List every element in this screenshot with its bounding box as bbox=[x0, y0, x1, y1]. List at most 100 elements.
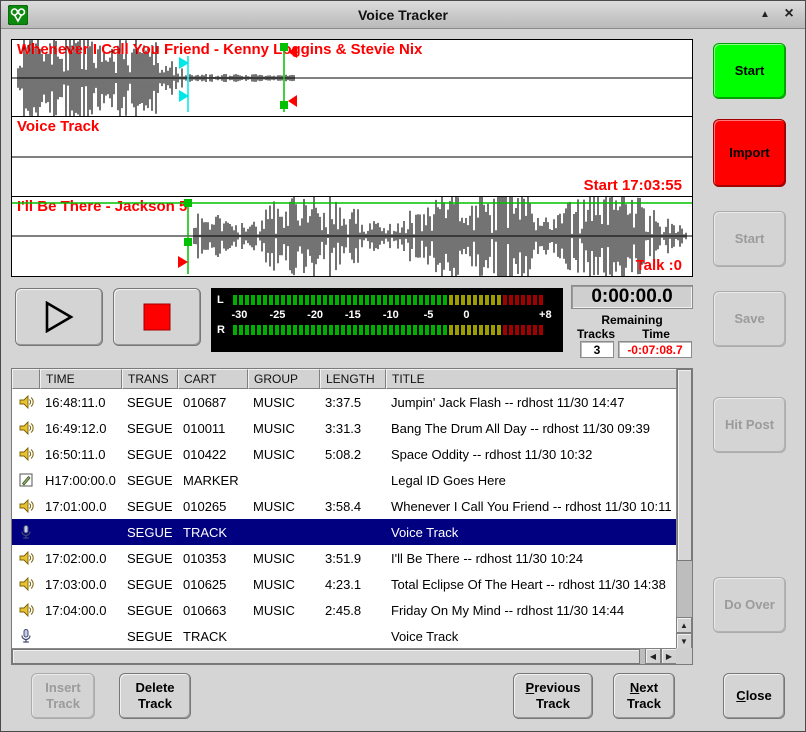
shade-window-icon[interactable]: ▲ bbox=[755, 4, 775, 24]
meter-segment bbox=[371, 325, 375, 335]
cell-time: 17:02:00.0 bbox=[40, 551, 122, 566]
speaker-icon bbox=[12, 550, 40, 566]
cell-title: Space Oddity -- rdhost 11/30 10:32 bbox=[386, 447, 676, 462]
cell-length: 2:45.8 bbox=[320, 603, 386, 618]
table-row[interactable]: 17:02:00.0SEGUE010353MUSIC3:51.9I'll Be … bbox=[12, 545, 676, 571]
column-header-icon[interactable] bbox=[12, 369, 40, 389]
meter-segment bbox=[305, 295, 309, 305]
meter-segment bbox=[263, 325, 267, 335]
stop-button[interactable] bbox=[113, 288, 201, 346]
previous-track-button[interactable]: Previous Track bbox=[513, 673, 593, 719]
vertical-scrollbar-thumb[interactable] bbox=[677, 369, 692, 561]
speaker-icon bbox=[12, 446, 40, 462]
horizontal-scrollbar-thumb[interactable] bbox=[12, 649, 640, 664]
scrollbar-corner bbox=[676, 648, 692, 664]
import-button[interactable]: Import bbox=[713, 119, 786, 187]
voicetrack-waveform-panel[interactable]: Voice Track Start 17:03:55 bbox=[11, 116, 693, 197]
cell-group: MUSIC bbox=[248, 395, 320, 410]
table-row[interactable]: SEGUETRACKVoice Track bbox=[12, 623, 676, 648]
meter-segment bbox=[293, 295, 297, 305]
remaining-time-label: Time bbox=[621, 327, 691, 341]
meter-segment bbox=[371, 295, 375, 305]
remaining-tracks-label: Tracks bbox=[575, 327, 617, 341]
speaker-icon bbox=[12, 394, 40, 410]
meter-segment bbox=[539, 325, 543, 335]
cell-trans: SEGUE bbox=[122, 499, 178, 514]
table-row[interactable]: 16:50:11.0SEGUE010422MUSIC5:08.2Space Od… bbox=[12, 441, 676, 467]
cell-title: Friday On My Mind -- rdhost 11/30 14:44 bbox=[386, 603, 676, 618]
delete-track-button[interactable]: Delete Track bbox=[119, 673, 191, 719]
next-track-button[interactable]: Next Track bbox=[613, 673, 675, 719]
column-header-cart[interactable]: CART bbox=[178, 369, 248, 389]
meter-segment bbox=[341, 325, 345, 335]
meter-segment bbox=[515, 295, 519, 305]
meter-segment bbox=[359, 325, 363, 335]
table-row[interactable]: 17:03:00.0SEGUE010625MUSIC4:23.1Total Ec… bbox=[12, 571, 676, 597]
meter-segment bbox=[401, 295, 405, 305]
meter-scale-label: -15 bbox=[345, 309, 361, 321]
insert-track-button[interactable]: Insert Track bbox=[31, 673, 95, 719]
table-row[interactable]: SEGUETRACKVoice Track bbox=[12, 519, 676, 545]
scroll-right-icon[interactable]: ▶ bbox=[661, 648, 677, 664]
cell-cart: TRACK bbox=[178, 629, 248, 644]
play-button[interactable] bbox=[15, 288, 103, 346]
cell-cart: 010265 bbox=[178, 499, 248, 514]
meter-segment bbox=[299, 325, 303, 335]
meter-segment bbox=[239, 325, 243, 335]
meter-segment bbox=[365, 295, 369, 305]
cell-group: MUSIC bbox=[248, 447, 320, 462]
meter-segment bbox=[341, 295, 345, 305]
meter-segment bbox=[515, 325, 519, 335]
table-row[interactable]: 17:04:00.0SEGUE010663MUSIC2:45.8Friday O… bbox=[12, 597, 676, 623]
speaker-icon bbox=[12, 498, 40, 514]
meter-segment bbox=[365, 325, 369, 335]
column-header-trans[interactable]: TRANS bbox=[122, 369, 178, 389]
start-play-button[interactable]: Start bbox=[713, 211, 786, 267]
cell-trans: SEGUE bbox=[122, 473, 178, 488]
meter-segment bbox=[413, 325, 417, 335]
meter-segment bbox=[437, 295, 441, 305]
meter-scale-label: -25 bbox=[269, 309, 285, 321]
column-header-group[interactable]: GROUP bbox=[248, 369, 320, 389]
meter-segment bbox=[317, 325, 321, 335]
cell-time: 16:50:11.0 bbox=[40, 447, 122, 462]
track2-title: I'll Be There - Jackson 5 bbox=[17, 198, 187, 215]
cell-time: 17:04:00.0 bbox=[40, 603, 122, 618]
table-row[interactable]: H17:00:00.0SEGUEMARKERLegal ID Goes Here bbox=[12, 467, 676, 493]
track2-waveform-panel[interactable]: I'll Be There - Jackson 5 Talk :0 bbox=[11, 196, 693, 277]
start-record-button[interactable]: Start bbox=[713, 43, 786, 99]
close-button[interactable]: Close bbox=[723, 673, 785, 719]
meter-segment bbox=[479, 325, 483, 335]
cell-group: MUSIC bbox=[248, 421, 320, 436]
meter-segment bbox=[395, 325, 399, 335]
track1-waveform-panel[interactable]: Whenever I Call You Friend - Kenny Loggi… bbox=[11, 39, 693, 117]
meter-segment bbox=[479, 295, 483, 305]
meter-segment bbox=[299, 295, 303, 305]
meter-segment bbox=[353, 295, 357, 305]
meter-segment bbox=[467, 295, 471, 305]
save-button[interactable]: Save bbox=[713, 291, 786, 347]
close-window-icon[interactable]: × bbox=[779, 4, 799, 24]
meter-segment bbox=[383, 325, 387, 335]
hit-post-button[interactable]: Hit Post bbox=[713, 397, 786, 453]
titlebar[interactable]: Voice Tracker ▲ × bbox=[1, 1, 805, 29]
meter-segment bbox=[233, 295, 237, 305]
meter-segment bbox=[245, 295, 249, 305]
cell-length: 5:08.2 bbox=[320, 447, 386, 462]
cell-length: 4:23.1 bbox=[320, 577, 386, 592]
table-row[interactable]: 16:49:12.0SEGUE010011MUSIC3:31.3Bang The… bbox=[12, 415, 676, 441]
horizontal-scrollbar[interactable]: ◀ ▶ bbox=[12, 648, 676, 664]
scroll-down-icon[interactable]: ▼ bbox=[676, 633, 692, 649]
do-over-button[interactable]: Do Over bbox=[713, 577, 786, 633]
meter-segment bbox=[257, 325, 261, 335]
scroll-left-icon[interactable]: ◀ bbox=[645, 648, 661, 664]
column-header-length[interactable]: LENGTH bbox=[320, 369, 386, 389]
column-header-time[interactable]: TIME bbox=[40, 369, 122, 389]
meter-segment bbox=[473, 325, 477, 335]
column-header-title[interactable]: TITLE bbox=[386, 369, 676, 389]
scroll-up-icon[interactable]: ▲ bbox=[676, 617, 692, 633]
cell-length: 3:51.9 bbox=[320, 551, 386, 566]
vertical-scrollbar[interactable]: ▲ ▼ bbox=[676, 369, 692, 648]
table-row[interactable]: 16:48:11.0SEGUE010687MUSIC3:37.5Jumpin' … bbox=[12, 389, 676, 415]
table-row[interactable]: 17:01:00.0SEGUE010265MUSIC3:58.4Whenever… bbox=[12, 493, 676, 519]
